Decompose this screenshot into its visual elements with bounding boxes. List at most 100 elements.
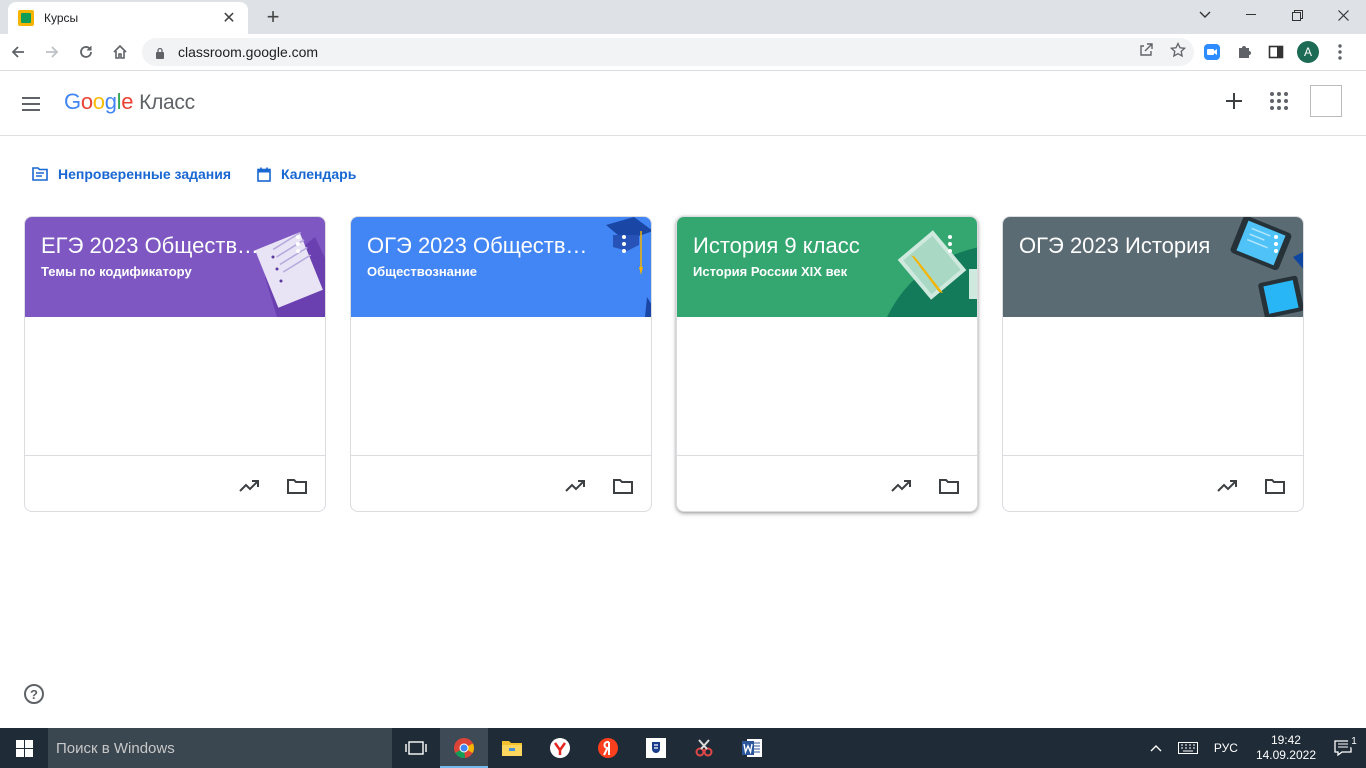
tab-close-icon[interactable]: ✕ bbox=[220, 8, 238, 28]
calendar-link[interactable]: Календарь bbox=[257, 166, 356, 182]
minimize-button[interactable] bbox=[1228, 0, 1274, 30]
folder-list-icon bbox=[32, 167, 48, 181]
course-options-icon[interactable] bbox=[1273, 235, 1279, 253]
file-explorer-icon[interactable] bbox=[488, 728, 536, 768]
course-options-icon[interactable] bbox=[947, 235, 953, 253]
keyboard-icon[interactable] bbox=[1170, 742, 1206, 754]
course-banner[interactable]: История 9 класс История России XIX век bbox=[677, 217, 977, 317]
course-options-icon[interactable] bbox=[621, 235, 627, 253]
card-footer bbox=[351, 455, 651, 511]
yandex-browser-icon[interactable] bbox=[536, 728, 584, 768]
add-course-plus-icon[interactable] bbox=[1220, 87, 1248, 115]
close-window-button[interactable] bbox=[1320, 0, 1366, 30]
browser-tab-bar: Курсы ✕ + bbox=[0, 0, 1366, 34]
google-apps-icon[interactable] bbox=[1270, 92, 1288, 110]
notification-count: 1 bbox=[1348, 736, 1360, 748]
course-card[interactable]: ОГЭ 2023 История bbox=[1002, 216, 1304, 512]
logo-letter: g bbox=[104, 89, 117, 114]
clock-date: 14.09.2022 bbox=[1255, 748, 1316, 762]
course-subtitle: Обществознание bbox=[367, 264, 477, 279]
course-title[interactable]: История 9 класс bbox=[693, 233, 918, 259]
header-actions bbox=[1220, 85, 1342, 117]
browser-menu-icon[interactable] bbox=[1324, 44, 1356, 60]
course-title[interactable]: ОГЭ 2023 Обществознание bbox=[367, 233, 592, 259]
taskbar-apps bbox=[392, 728, 776, 768]
calendar-label: Календарь bbox=[281, 166, 357, 182]
todo-label: Непроверенные задания bbox=[58, 166, 232, 182]
window-controls bbox=[1182, 0, 1366, 30]
logo-letter: e bbox=[121, 89, 134, 114]
help-icon[interactable]: ? bbox=[24, 684, 44, 704]
course-subtitle: История России XIX век bbox=[693, 264, 848, 279]
product-name: Класс bbox=[139, 91, 195, 114]
bookmark-star-icon[interactable] bbox=[1162, 41, 1194, 62]
tablets-illustration-icon bbox=[1230, 217, 1303, 317]
tray-chevron-up-icon[interactable] bbox=[1142, 744, 1170, 752]
course-banner[interactable]: ЕГЭ 2023 Обществознание Темы по кодифика… bbox=[25, 217, 325, 317]
gradebook-trend-icon[interactable] bbox=[889, 474, 913, 498]
shield-app-icon[interactable] bbox=[632, 728, 680, 768]
system-clock[interactable]: 19:42 14.09.2022 bbox=[1246, 733, 1326, 763]
yandex-icon[interactable] bbox=[584, 728, 632, 768]
account-image[interactable] bbox=[1310, 85, 1342, 117]
logo-letter: o bbox=[80, 89, 93, 114]
todo-link[interactable]: Непроверенные задания bbox=[32, 166, 231, 182]
classroom-header: Google Класс bbox=[0, 71, 1366, 136]
address-bar[interactable]: classroom.google.com bbox=[142, 38, 1194, 66]
windows-search-box[interactable]: Поиск в Windows bbox=[48, 728, 392, 768]
back-button[interactable] bbox=[2, 37, 34, 67]
restore-button[interactable] bbox=[1274, 0, 1320, 30]
profile-avatar[interactable]: A bbox=[1292, 41, 1324, 63]
zoom-extension-icon[interactable] bbox=[1196, 44, 1228, 60]
chrome-taskbar-icon[interactable] bbox=[440, 728, 488, 768]
gradebook-trend-icon[interactable] bbox=[237, 474, 261, 498]
search-placeholder: Поиск в Windows bbox=[56, 739, 175, 757]
drive-folder-icon[interactable] bbox=[1263, 474, 1287, 498]
new-tab-button[interactable]: + bbox=[260, 4, 286, 30]
gradebook-trend-icon[interactable] bbox=[563, 474, 587, 498]
lock-icon[interactable] bbox=[154, 46, 166, 59]
forward-button[interactable] bbox=[36, 37, 68, 67]
browser-toolbar: classroom.google.com A bbox=[0, 34, 1366, 71]
drive-folder-icon[interactable] bbox=[285, 474, 309, 498]
google-classroom-logo[interactable]: Google Класс bbox=[64, 89, 195, 115]
browser-tab[interactable]: Курсы ✕ bbox=[8, 2, 248, 34]
course-subtitle: Темы по кодификатору bbox=[41, 264, 192, 279]
puzzle-icon[interactable] bbox=[1228, 44, 1260, 60]
main-menu-icon[interactable] bbox=[22, 92, 50, 116]
microsoft-word-icon[interactable] bbox=[728, 728, 776, 768]
course-banner[interactable]: ОГЭ 2023 История bbox=[1003, 217, 1303, 317]
home-button[interactable] bbox=[104, 37, 136, 67]
task-view-icon[interactable] bbox=[392, 728, 440, 768]
language-indicator[interactable]: РУС bbox=[1206, 741, 1246, 755]
calendar-icon bbox=[257, 167, 271, 182]
share-icon[interactable] bbox=[1130, 42, 1162, 62]
tab-search-chevron-icon[interactable] bbox=[1182, 0, 1228, 30]
snipping-tool-icon[interactable] bbox=[680, 728, 728, 768]
windows-start-icon[interactable] bbox=[0, 728, 48, 768]
course-banner[interactable]: ОГЭ 2023 Обществознание Обществознание bbox=[351, 217, 651, 317]
course-card[interactable]: ОГЭ 2023 Обществознание Обществознание bbox=[350, 216, 652, 512]
gradebook-trend-icon[interactable] bbox=[1215, 474, 1239, 498]
profile-letter: A bbox=[1297, 41, 1319, 63]
side-panel-icon[interactable] bbox=[1260, 44, 1292, 60]
course-card[interactable]: История 9 класс История России XIX век bbox=[676, 216, 978, 512]
course-options-icon[interactable] bbox=[295, 235, 301, 253]
card-footer bbox=[1003, 455, 1303, 511]
extensions-area: A bbox=[1196, 38, 1356, 66]
drive-folder-icon[interactable] bbox=[611, 474, 635, 498]
card-footer bbox=[25, 455, 325, 511]
course-cards: ЕГЭ 2023 Обществознание Темы по кодифика… bbox=[24, 216, 1304, 512]
clock-time: 19:42 bbox=[1270, 733, 1301, 747]
course-title[interactable]: ОГЭ 2023 История bbox=[1019, 233, 1244, 259]
system-tray: РУС 19:42 14.09.2022 1 bbox=[1142, 728, 1366, 768]
reload-button[interactable] bbox=[70, 37, 102, 67]
classroom-favicon-icon bbox=[18, 10, 34, 26]
card-footer bbox=[677, 455, 977, 511]
course-title[interactable]: ЕГЭ 2023 Обществознание bbox=[41, 233, 266, 259]
course-card[interactable]: ЕГЭ 2023 Обществознание Темы по кодифика… bbox=[24, 216, 326, 512]
url-text[interactable]: classroom.google.com bbox=[178, 44, 1130, 60]
notifications-icon[interactable]: 1 bbox=[1326, 736, 1366, 756]
windows-taskbar: Поиск в Windows РУС 19:42 14.09.2022 1 bbox=[0, 728, 1366, 768]
drive-folder-icon[interactable] bbox=[937, 474, 961, 498]
